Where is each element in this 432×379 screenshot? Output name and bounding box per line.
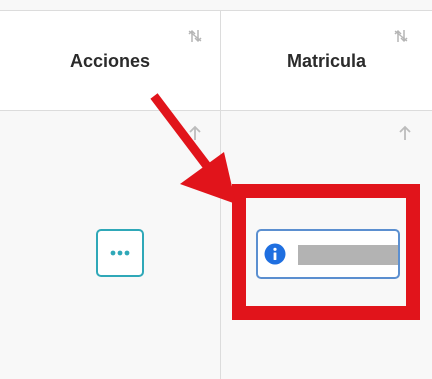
sort-updown-icon[interactable]: [186, 27, 204, 45]
annotation-highlight-box: [232, 184, 420, 320]
screenshot-stage: Acciones Matricula: [0, 0, 432, 379]
row-actions-button[interactable]: [96, 229, 144, 277]
sort-updown-icon[interactable]: [392, 27, 410, 45]
column-header-label: Matricula: [286, 51, 367, 71]
arrow-up-icon: [398, 125, 412, 141]
column-header-matricula[interactable]: Matricula: [221, 11, 432, 110]
column-header-label: Acciones: [69, 51, 151, 71]
more-horizontal-icon: [109, 249, 131, 257]
annotation-arrow-icon: [140, 84, 240, 208]
